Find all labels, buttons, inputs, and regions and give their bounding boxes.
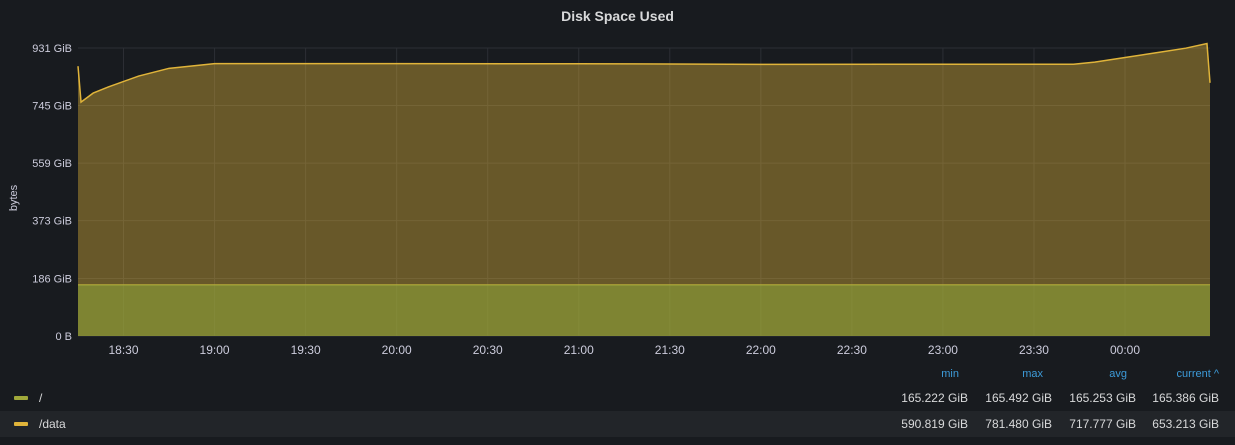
y-tick-label: 931 GiB [32, 43, 72, 55]
legend-row-data[interactable]: /data 590.819 GiB 781.480 GiB 717.777 Gi… [0, 411, 1235, 437]
legend-swatch[interactable] [14, 396, 28, 400]
y-tick-label: 745 GiB [32, 101, 72, 113]
legend-avg-value: 165.253 GiB [1069, 391, 1136, 405]
x-tick-label: 23:30 [1019, 343, 1049, 357]
x-tick-label: 00:00 [1110, 343, 1140, 357]
legend-min-value: 590.819 GiB [901, 417, 968, 431]
y-tick-label: 559 GiB [32, 158, 72, 170]
x-tick-label: 23:00 [928, 343, 958, 357]
legend-header-avg[interactable]: avg [1047, 368, 1127, 380]
x-tick-label: 18:30 [109, 343, 139, 357]
x-tick-label: 19:30 [291, 343, 321, 357]
legend-min-value: 165.222 GiB [901, 391, 968, 405]
x-tick-label: 20:30 [473, 343, 503, 357]
x-tick-label: 21:30 [655, 343, 685, 357]
legend-row-root[interactable]: / 165.222 GiB 165.492 GiB 165.253 GiB 16… [0, 385, 1235, 411]
x-axis-ticks: 18:30 19:00 19:30 20:00 20:30 21:00 21:30 22:00… [109, 343, 1141, 357]
legend-series-name[interactable]: / [39, 391, 42, 405]
legend-swatch[interactable] [14, 422, 28, 426]
x-tick-label: 19:00 [200, 343, 230, 357]
legend-header: min max avg current ^ [815, 364, 1235, 384]
x-tick-label: 22:30 [837, 343, 867, 357]
legend-series-name[interactable]: /data [39, 417, 66, 431]
disk-space-chart[interactable]: 0 B 186 GiB 373 GiB 559 GiB 745 GiB 931 GiB 1… [0, 0, 1235, 362]
x-tick-label: 22:00 [746, 343, 776, 357]
legend-max-value: 781.480 GiB [985, 417, 1052, 431]
legend-header-current[interactable]: current ^ [1139, 368, 1219, 380]
legend-max-value: 165.492 GiB [985, 391, 1052, 405]
legend-header-max[interactable]: max [963, 368, 1043, 380]
legend-avg-value: 717.777 GiB [1069, 417, 1136, 431]
chart-areas [77, 42, 1211, 336]
legend-header-min[interactable]: min [879, 368, 959, 380]
legend-current-value: 165.386 GiB [1152, 391, 1219, 405]
y-tick-label: 186 GiB [32, 273, 72, 285]
x-tick-label: 21:00 [564, 343, 594, 357]
area-root[interactable] [78, 284, 1210, 336]
y-axis-label: bytes [8, 184, 20, 212]
area-data[interactable] [78, 43, 1210, 285]
legend-current-value: 653.213 GiB [1152, 417, 1219, 431]
y-axis-ticks: 0 B 186 GiB 373 GiB 559 GiB 745 GiB 931 GiB [32, 43, 72, 343]
y-tick-label: 373 GiB [32, 216, 72, 228]
x-tick-label: 20:00 [382, 343, 412, 357]
y-tick-label: 0 B [55, 331, 72, 343]
